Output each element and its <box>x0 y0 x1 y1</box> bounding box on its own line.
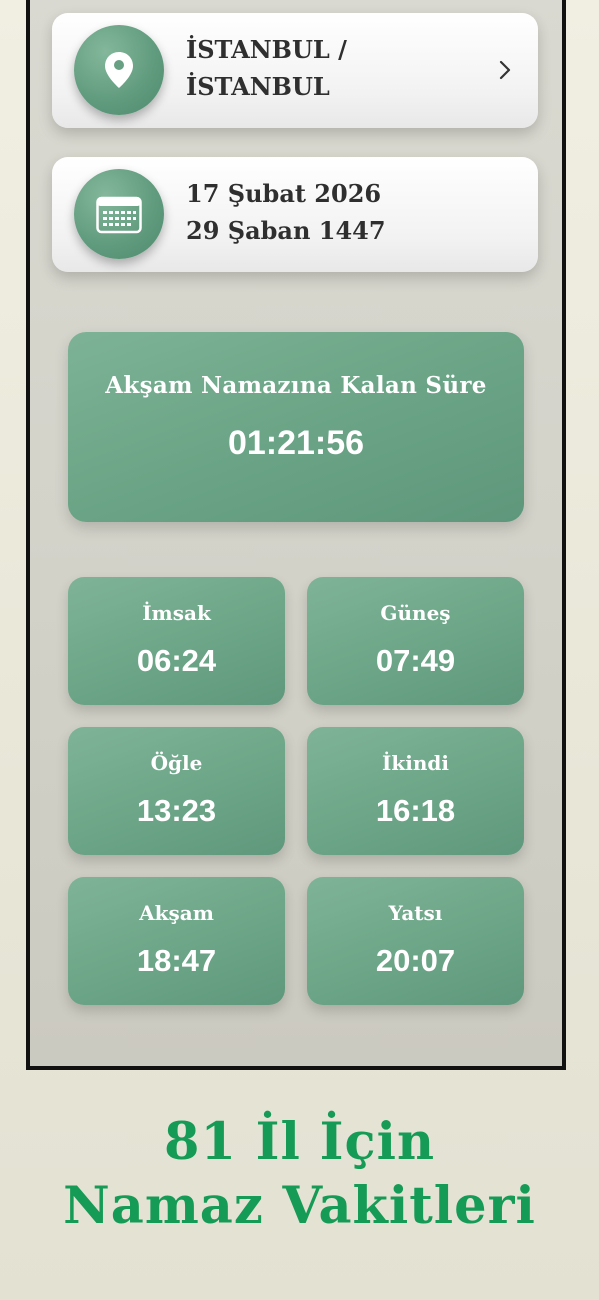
prayer-tile-ikindi: İkindi 16:18 <box>307 727 524 855</box>
caption-line2: Namaz Vakitleri <box>63 1176 536 1236</box>
prayer-time: 20:07 <box>375 943 456 978</box>
prayer-time: 18:47 <box>136 943 217 978</box>
caption-line1: 81 İl İçin <box>163 1112 436 1172</box>
map-pin-icon <box>105 52 133 88</box>
location-icon-circle <box>74 25 164 115</box>
location-text: İSTANBUL / İSTANBUL <box>186 31 488 105</box>
prayer-tile-aksam: Akşam 18:47 <box>68 877 285 1005</box>
gregorian-date: 17 Şubat 2026 <box>186 179 382 208</box>
prayer-name: İmsak <box>142 601 211 625</box>
prayer-name: Yatsı <box>388 901 443 925</box>
chevron-right-icon[interactable] <box>490 55 520 85</box>
location-line1: İSTANBUL / <box>186 35 347 64</box>
location-card[interactable]: İSTANBUL / İSTANBUL <box>52 13 538 128</box>
prayer-tile-imsak: İmsak 06:24 <box>68 577 285 705</box>
prayer-time: 16:18 <box>375 793 456 828</box>
prayer-tile-gunes: Güneş 07:49 <box>307 577 524 705</box>
prayer-name: Güneş <box>380 601 451 625</box>
hijri-date: 29 Şaban 1447 <box>186 216 386 245</box>
prayer-time: 06:24 <box>136 643 217 678</box>
prayer-tile-yatsi: Yatsı 20:07 <box>307 877 524 1005</box>
prayer-name: İkindi <box>382 751 449 775</box>
prayer-time: 13:23 <box>136 793 217 828</box>
date-icon-circle <box>74 169 164 259</box>
countdown-card: Akşam Namazına Kalan Süre 01:21:56 <box>68 332 524 522</box>
countdown-time: 01:21:56 <box>227 424 365 462</box>
prayer-name: Akşam <box>139 901 214 925</box>
date-card: 17 Şubat 2026 29 Şaban 1447 <box>52 157 538 272</box>
calendar-icon <box>96 196 142 234</box>
promo-caption: 81 İl İçin Namaz Vakitleri <box>0 1110 599 1238</box>
date-text: 17 Şubat 2026 29 Şaban 1447 <box>186 175 488 249</box>
prayer-name: Öğle <box>150 751 203 775</box>
location-line2: İSTANBUL <box>186 72 330 101</box>
countdown-label: Akşam Namazına Kalan Süre <box>105 372 487 399</box>
prayer-tile-ogle: Öğle 13:23 <box>68 727 285 855</box>
prayer-time: 07:49 <box>375 643 456 678</box>
phone-frame: İSTANBUL / İSTANBUL 17 Şubat 2026 29 Şab… <box>26 0 566 1070</box>
